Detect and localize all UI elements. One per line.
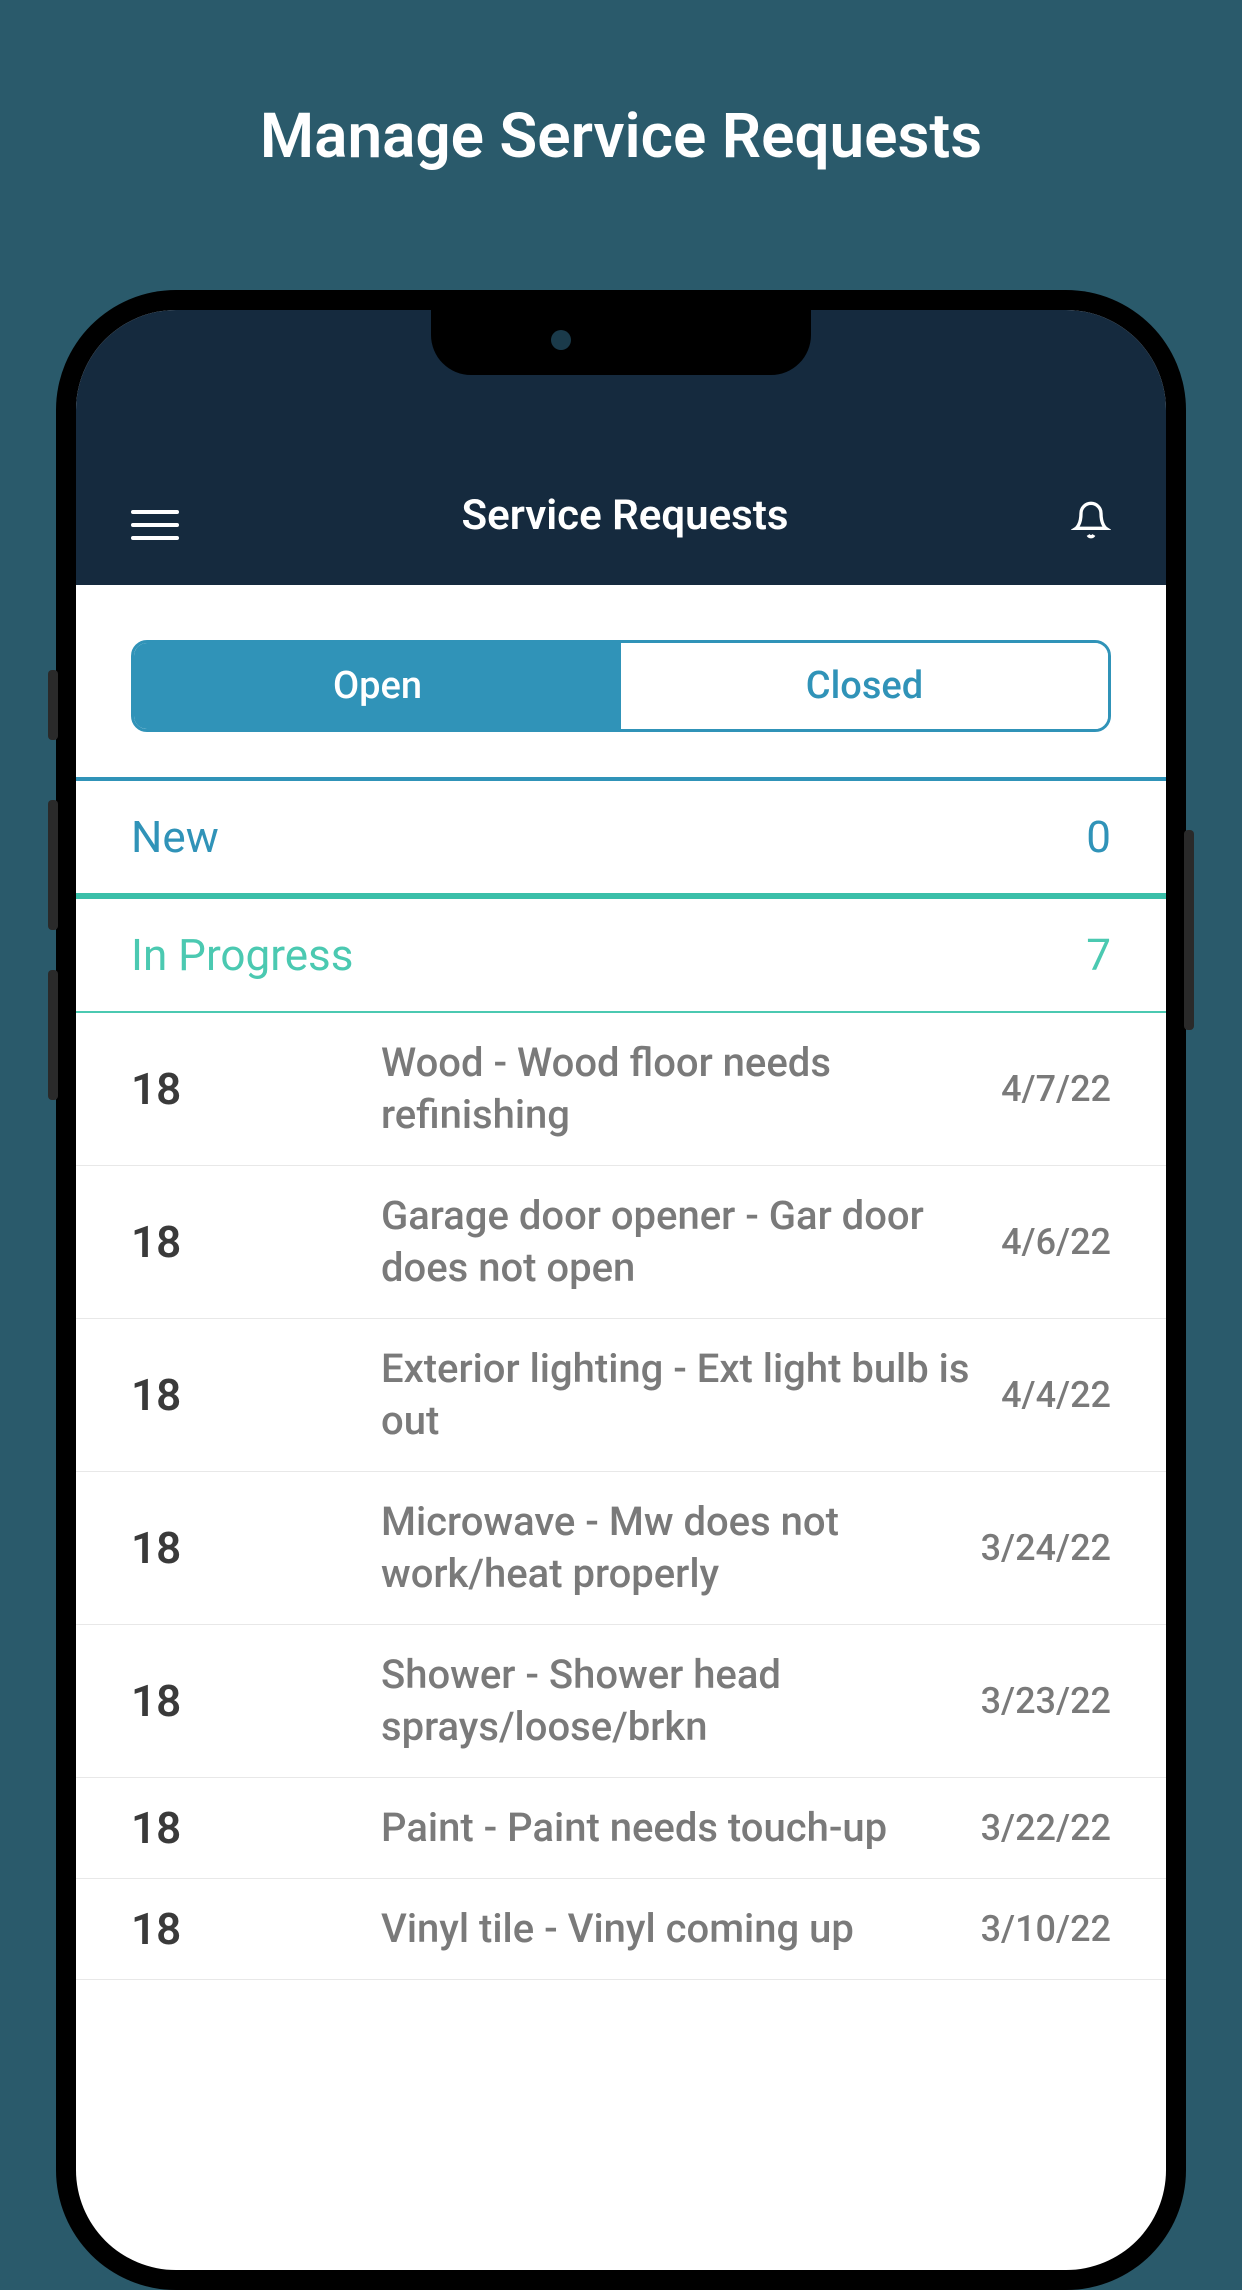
request-date: 3/23/22 (981, 1680, 1111, 1722)
section-label: In Progress (131, 929, 353, 981)
hamburger-menu-icon[interactable] (131, 510, 179, 540)
phone-notch (431, 310, 811, 375)
status-segment-control: Open Closed (131, 640, 1111, 732)
request-date: 4/7/22 (1001, 1068, 1111, 1110)
request-date: 3/24/22 (981, 1527, 1111, 1569)
request-description: Garage door opener - Gar door does not o… (381, 1190, 1001, 1294)
section-count: 7 (1086, 929, 1111, 981)
request-id: 18 (131, 1216, 381, 1268)
phone-side-button (48, 670, 58, 740)
request-description: Shower - Shower head sprays/loose/brkn (381, 1649, 981, 1753)
header-title: Service Requests (462, 491, 789, 540)
tab-open[interactable]: Open (134, 643, 621, 729)
section-header-new[interactable]: New 0 (76, 777, 1166, 899)
notification-bell-icon[interactable] (1071, 500, 1111, 540)
phone-side-button (1184, 830, 1194, 1030)
section-header-in-progress[interactable]: In Progress 7 (76, 899, 1166, 1013)
request-description: Vinyl tile - Vinyl coming up (381, 1903, 981, 1955)
request-description: Wood - Wood floor needs refinishing (381, 1037, 1001, 1141)
section-count: 0 (1086, 811, 1111, 863)
request-id: 18 (131, 1675, 381, 1727)
request-row[interactable]: 18 Paint - Paint needs touch-up 3/22/22 (76, 1778, 1166, 1879)
section-label: New (131, 811, 219, 863)
request-row[interactable]: 18 Garage door opener - Gar door does no… (76, 1166, 1166, 1319)
request-id: 18 (131, 1522, 381, 1574)
request-row[interactable]: 18 Microwave - Mw does not work/heat pro… (76, 1472, 1166, 1625)
page-title: Manage Service Requests (0, 0, 1242, 233)
request-date: 4/4/22 (1001, 1374, 1111, 1416)
phone-screen: Service Requests Open Closed New (76, 310, 1166, 2270)
request-date: 3/22/22 (981, 1807, 1111, 1849)
request-row[interactable]: 18 Vinyl tile - Vinyl coming up 3/10/22 (76, 1879, 1166, 1980)
request-description: Paint - Paint needs touch-up (381, 1802, 981, 1854)
request-date: 3/10/22 (981, 1908, 1111, 1950)
request-id: 18 (131, 1903, 381, 1955)
request-row[interactable]: 18 Exterior lighting - Ext light bulb is… (76, 1319, 1166, 1472)
sections-container: New 0 In Progress 7 18 Wood - Wood floor… (76, 777, 1166, 1980)
tab-closed[interactable]: Closed (621, 643, 1108, 729)
request-id: 18 (131, 1802, 381, 1854)
request-id: 18 (131, 1063, 381, 1115)
content-area: Open Closed New 0 In Progress 7 (76, 585, 1166, 1980)
request-description: Exterior lighting - Ext light bulb is ou… (381, 1343, 1001, 1447)
phone-side-button (48, 970, 58, 1100)
request-date: 4/6/22 (1001, 1221, 1111, 1263)
request-id: 18 (131, 1369, 381, 1421)
request-description: Microwave - Mw does not work/heat proper… (381, 1496, 981, 1600)
phone-inner: Service Requests Open Closed New (76, 310, 1166, 2270)
request-row[interactable]: 18 Wood - Wood floor needs refinishing 4… (76, 1013, 1166, 1166)
request-row[interactable]: 18 Shower - Shower head sprays/loose/brk… (76, 1625, 1166, 1778)
phone-frame: Service Requests Open Closed New (56, 290, 1186, 2290)
phone-side-button (48, 800, 58, 930)
